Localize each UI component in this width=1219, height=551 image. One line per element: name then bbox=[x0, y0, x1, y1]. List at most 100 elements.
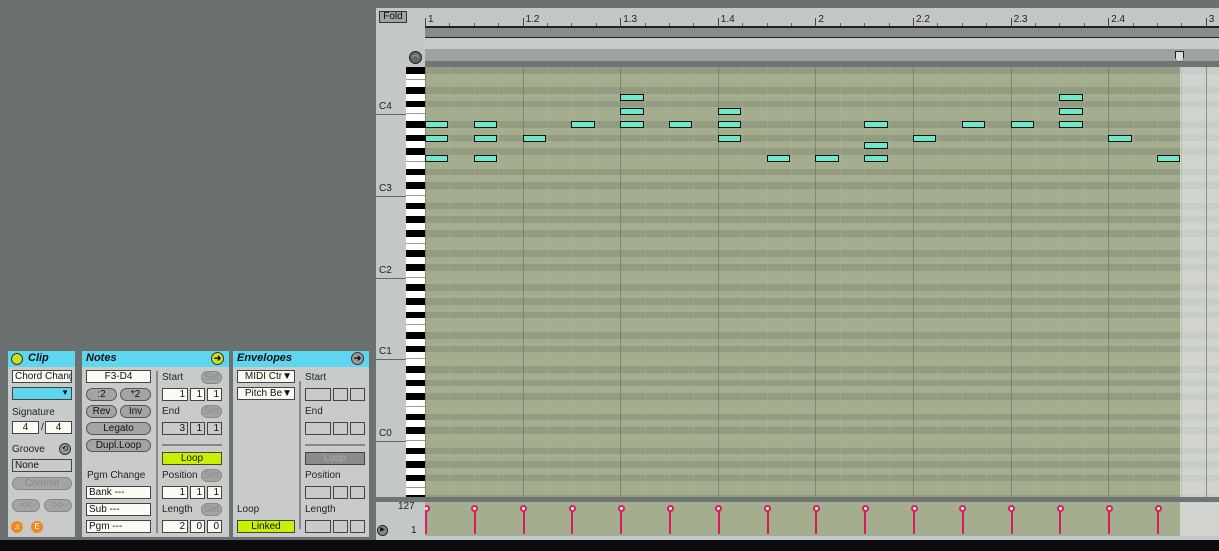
next-button[interactable]: >> bbox=[44, 499, 72, 512]
env-length-sixteenths[interactable] bbox=[350, 520, 365, 533]
ruler-subtick bbox=[986, 23, 988, 26]
groove-field[interactable]: None bbox=[12, 459, 72, 472]
loop-toggle[interactable]: Loop bbox=[162, 452, 222, 465]
grid-line bbox=[644, 67, 646, 497]
env-loop-toggle[interactable]: Loop bbox=[305, 452, 365, 465]
notes-panel: Notes ➜ F3-D4 :2 *2 Rev Inv Legato Dupl.… bbox=[82, 351, 229, 537]
length-label: Length bbox=[162, 504, 193, 515]
duplicate-loop-button[interactable]: Dupl.Loop bbox=[86, 439, 151, 452]
legato-button[interactable]: Legato bbox=[86, 422, 151, 435]
device-chooser[interactable]: MIDI Ctr▼ bbox=[237, 370, 295, 383]
env-position-label: Position bbox=[305, 470, 341, 481]
sub-field[interactable]: Sub --- bbox=[86, 503, 151, 516]
env-length-beats[interactable] bbox=[333, 520, 348, 533]
midi-note bbox=[425, 155, 449, 163]
bank-field[interactable]: Bank --- bbox=[86, 486, 151, 499]
end-bar[interactable]: 3 bbox=[162, 422, 188, 435]
loop-brace[interactable] bbox=[425, 27, 1219, 38]
length-sixteenths[interactable]: 0 bbox=[207, 520, 222, 533]
env-end-beat[interactable] bbox=[333, 422, 348, 435]
ruler-subtick bbox=[937, 23, 939, 26]
linked-toggle[interactable]: Linked bbox=[237, 520, 295, 533]
octave-label: C4 bbox=[379, 101, 392, 113]
ruler-tick bbox=[717, 18, 719, 27]
start-sixteenth[interactable]: 1 bbox=[207, 388, 222, 401]
envelopes-expand-icon[interactable]: ➜ bbox=[351, 352, 364, 365]
midi-note-editor: Fold 1 1.2 1.3 1.4 2 2.2 2.3 2.4 3 ◠ C4 C3 C2 C1 C0 … bbox=[376, 8, 1219, 540]
end-beat[interactable]: 1 bbox=[190, 422, 205, 435]
beat-ruler[interactable]: 1 1.2 1.3 1.4 2 2.2 2.3 2.4 3 bbox=[425, 10, 1219, 27]
env-start-bar[interactable] bbox=[305, 388, 331, 401]
grid-line bbox=[595, 67, 597, 497]
grid-line bbox=[888, 67, 890, 497]
start-beat[interactable]: 1 bbox=[190, 388, 205, 401]
start-set-button[interactable]: Set bbox=[201, 371, 222, 384]
halve-button[interactable]: :2 bbox=[86, 388, 117, 401]
velocity-lane[interactable] bbox=[425, 502, 1219, 536]
note-grid[interactable] bbox=[425, 67, 1219, 497]
velocity-handle bbox=[617, 505, 625, 512]
env-length-bars[interactable] bbox=[305, 520, 331, 533]
black-key bbox=[406, 345, 425, 353]
length-bars[interactable]: 2 bbox=[162, 520, 188, 533]
env-loop-divider bbox=[305, 444, 365, 446]
notes-expand-icon[interactable]: ➜ bbox=[211, 352, 224, 365]
white-key-edge bbox=[406, 194, 425, 196]
midi-note bbox=[620, 107, 644, 115]
position-bar[interactable]: 1 bbox=[162, 486, 188, 499]
grid-line bbox=[425, 67, 426, 497]
end-sixteenth[interactable]: 1 bbox=[207, 422, 222, 435]
signature-numerator[interactable]: 4 bbox=[12, 421, 39, 434]
grid-line bbox=[913, 67, 914, 497]
clip-name-field[interactable]: Chord Chang bbox=[12, 370, 72, 383]
reverse-button[interactable]: Rev bbox=[86, 405, 117, 418]
midi-note-icon[interactable]: ♫ bbox=[11, 521, 23, 533]
grid-row-black bbox=[425, 216, 1219, 224]
midi-note bbox=[1059, 121, 1083, 129]
invert-button[interactable]: Inv bbox=[120, 405, 151, 418]
note-range-field[interactable]: F3-D4 bbox=[86, 370, 151, 383]
piano-keyboard[interactable] bbox=[406, 67, 425, 497]
black-key bbox=[406, 134, 425, 142]
octave-line bbox=[376, 359, 406, 361]
end-set-button[interactable]: Set bbox=[201, 405, 222, 418]
signature-denominator[interactable]: 4 bbox=[45, 421, 72, 434]
prev-button[interactable]: << bbox=[12, 499, 40, 512]
env-start-beat[interactable] bbox=[333, 388, 348, 401]
grid-row-black bbox=[425, 100, 1219, 108]
position-sixteenth[interactable]: 1 bbox=[207, 486, 222, 499]
commit-button[interactable]: Commit bbox=[12, 477, 72, 490]
midi-note bbox=[717, 134, 742, 142]
notes-title: Notes bbox=[86, 352, 117, 364]
position-set-button[interactable]: Set bbox=[201, 469, 222, 482]
start-bar[interactable]: 1 bbox=[162, 388, 188, 401]
env-end-sixteenth[interactable] bbox=[350, 422, 365, 435]
grid-row-black bbox=[425, 393, 1219, 400]
grid-line bbox=[815, 67, 817, 497]
env-position-sixteenth[interactable] bbox=[350, 486, 365, 499]
groove-hotswap-icon[interactable]: ⟲ bbox=[59, 443, 71, 455]
scrub-area[interactable] bbox=[425, 49, 1219, 61]
pgm-field[interactable]: Pgm --- bbox=[86, 520, 151, 533]
env-position-bar[interactable] bbox=[305, 486, 331, 499]
velocity-lane-play-icon[interactable]: ▶ bbox=[377, 525, 388, 536]
length-set-button[interactable]: Set bbox=[201, 503, 222, 516]
grid-line bbox=[1059, 67, 1061, 497]
grid-line bbox=[1205, 67, 1207, 497]
env-start-sixteenth[interactable] bbox=[350, 388, 365, 401]
clip-activator-icon[interactable] bbox=[11, 353, 23, 365]
clip-color-dropdown[interactable]: ▼ bbox=[12, 387, 72, 400]
control-chooser[interactable]: Pitch Be▼ bbox=[237, 387, 295, 400]
midi-note bbox=[620, 121, 644, 129]
start-end-markers-lane[interactable] bbox=[425, 38, 1219, 49]
position-beat[interactable]: 1 bbox=[190, 486, 205, 499]
double-button[interactable]: *2 bbox=[120, 388, 151, 401]
preview-headphones-icon[interactable]: ◠ bbox=[409, 51, 422, 64]
envelope-e-icon[interactable]: E bbox=[31, 521, 43, 533]
grid-line bbox=[766, 67, 768, 497]
midi-note bbox=[864, 141, 888, 149]
env-position-beat[interactable] bbox=[333, 486, 348, 499]
grid-line bbox=[742, 67, 744, 497]
length-beats[interactable]: 0 bbox=[190, 520, 205, 533]
env-end-bar[interactable] bbox=[305, 422, 331, 435]
